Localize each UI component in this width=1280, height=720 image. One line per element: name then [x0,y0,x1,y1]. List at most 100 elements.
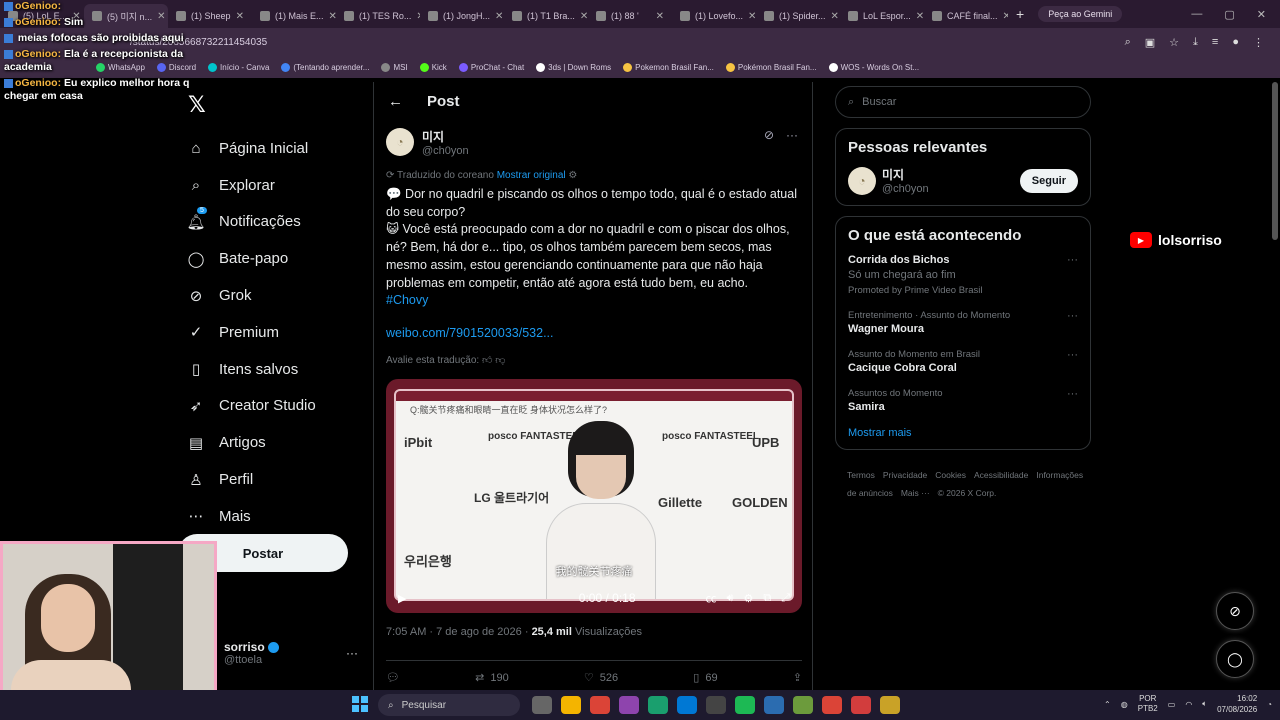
close-tab-icon[interactable]: ✕ [495,11,503,22]
account-switcher[interactable]: sorriso @ttoela ··· [224,640,364,666]
trend-item[interactable]: Entretenimento · Assunto do Momento Wagne… [848,310,1078,335]
bookmark-item[interactable]: (Tentando aprender... [281,62,369,72]
star-icon[interactable]: ☆ [1169,36,1179,49]
kebab-menu-icon[interactable]: ⋮ [1253,36,1264,49]
more-options-icon[interactable]: ··· [786,128,798,142]
show-more-link[interactable]: Mostrar mais [848,427,1078,439]
bookmark-item[interactable]: ProChat - Chat [458,62,524,72]
author-handle[interactable]: @ch0yon [422,145,469,157]
clock[interactable]: 16:02 07/08/2026 [1217,693,1257,715]
app-icon[interactable] [851,696,871,714]
browser-tab[interactable]: CAFÉ final... ✕ [924,4,1008,28]
maximize-icon[interactable]: ▢ [1224,8,1234,21]
profile-icon[interactable]: ● [1232,36,1239,49]
close-tab-icon[interactable]: ✕ [329,11,336,22]
wifi-icon[interactable]: ◠ [1185,700,1192,709]
avatar[interactable]: ◔ [386,128,414,156]
browser-tab[interactable]: (1) Spider... ✕ [756,4,840,28]
grok-icon[interactable]: ⊘ [764,128,774,142]
bookmark-item[interactable]: Início - Canva [208,62,269,72]
nav-item-premium[interactable]: ✓ Premium [178,314,368,351]
weibo-link[interactable]: weibo.com/7901520033/532... [386,326,554,340]
x-logo-icon[interactable]: 𝕏 [188,92,368,118]
menu-icon[interactable]: ≡ [1212,36,1218,49]
close-tab-icon[interactable]: ✕ [748,11,756,22]
browser-tab[interactable]: (1) JongH... ✕ [420,4,504,28]
trend-item[interactable]: Assunto do Momento em Brasil Cacique Cobr… [848,349,1078,374]
follow-button[interactable]: Seguir [1019,168,1078,193]
volume-icon[interactable]: 🔊︎ [727,592,734,605]
settings-icon[interactable]: ⚙ [743,592,753,605]
new-tab-button[interactable]: + [1008,6,1032,22]
fullscreen-icon[interactable]: ⤢ [781,592,790,605]
bookmark-item[interactable]: Pokémon Brasil Fan... [725,62,817,72]
task-view-icon[interactable] [532,696,552,714]
nav-item-explorar[interactable]: ⌕ Explorar [178,167,368,204]
footer-link[interactable]: Termos [847,470,875,480]
download-icon[interactable]: ⤓ [1193,36,1198,49]
taskbar-search[interactable]: ⌕ Pesquisar [378,694,520,716]
footer-link[interactable]: Mais ··· [901,488,930,498]
chrome-icon[interactable] [822,696,842,714]
more-options-icon[interactable]: ··· [1067,254,1078,266]
bookmark-item[interactable]: Pokemon Brasil Fan... [623,62,714,72]
repost-button[interactable]: ⇄ 190 [475,671,509,685]
minimize-icon[interactable]: — [1191,8,1202,21]
post-author[interactable]: ◔ 미지 @ch0yon [386,128,469,157]
nav-item-itens-salvos[interactable]: ▯ Itens salvos [178,351,368,388]
like-button[interactable]: ♡ 526 [584,671,618,685]
footer-link[interactable]: Privacidade [883,470,927,480]
language-indicator[interactable]: POR PTB2 [1138,694,1158,714]
nav-item-grok[interactable]: ⊘ Grok [178,277,368,314]
browser-tab[interactable]: (1) T1 Bra... ✕ [504,4,588,28]
browser-tab[interactable]: (1) 88 ' ✕ [588,4,672,28]
spotify-icon[interactable] [735,696,755,714]
mail-icon[interactable] [677,696,697,714]
chrome-icon[interactable] [590,696,610,714]
scrollbar[interactable] [1272,82,1278,240]
bookmark-item[interactable]: MSI [381,62,408,72]
file-explorer-icon[interactable] [561,696,581,714]
bookmark-item[interactable]: 3ds | Down Roms [536,62,611,72]
nav-item-creator-studio[interactable]: ➶ Creator Studio [178,388,368,425]
avatar[interactable]: ◔ [848,166,876,195]
bookmark-button[interactable]: ▯ 69 [693,671,717,685]
trend-item[interactable]: Assuntos do Momento Samira ··· [848,388,1078,413]
settings-icon[interactable]: ⚙ [568,170,577,181]
chevron-up-icon[interactable]: ⌃ [1104,700,1111,709]
bookmark-item[interactable]: Kick [419,62,447,72]
close-tab-icon[interactable]: ✕ [831,11,839,22]
author-name[interactable]: 미지 [422,128,469,145]
more-options-icon[interactable]: ··· [1067,310,1078,322]
show-original-link[interactable]: Mostrar original [497,170,566,181]
more-options-icon[interactable]: ··· [1067,388,1078,400]
back-arrow-icon[interactable]: ← [388,93,403,110]
relevant-person[interactable]: ◔ 미지 @ch0yon Seguir [848,166,1078,195]
tray-app-icon[interactable]: ◍ [1121,700,1128,709]
close-tab-icon[interactable]: ✕ [236,11,244,22]
obs-icon[interactable] [706,696,726,714]
thumbs-down-icon[interactable]: 👎︎ [495,355,505,366]
bookmark-item[interactable]: WOS - Words On St... [828,62,919,72]
messages-fab-button[interactable]: ◯ [1216,640,1254,678]
post-timestamp[interactable]: 7:05 AM · 7 de ago de 2026 [386,626,522,638]
pip-icon[interactable]: ⧉ [763,592,771,605]
extension-icon[interactable]: ▣ [1145,36,1155,49]
nav-item-artigos[interactable]: ▤ Artigos [178,424,368,461]
league-icon[interactable] [880,696,900,714]
browser-tab[interactable]: (1) TES Ro...✕ [336,4,420,28]
zoom-icon[interactable]: ⌕ [1125,36,1131,49]
display-icon[interactable]: ▭ [1168,700,1176,709]
notifications-icon[interactable]: ◔ [1267,700,1272,709]
more-options-icon[interactable]: ··· [346,646,358,660]
thumbs-up-icon[interactable]: 👍︎ [482,355,492,366]
video-player[interactable]: Q:髋关节疼痛和眼睛一直在眨 身体状况怎么样了? iPbit posco FAN… [386,379,802,613]
close-tab-icon[interactable]: ✕ [916,11,924,22]
edge-icon[interactable] [648,696,668,714]
app-icon[interactable] [764,696,784,714]
nav-item-página-inicial[interactable]: ⌂ Página Inicial [178,130,368,167]
footer-link[interactable]: Acessibilidade [974,470,1028,480]
share-button[interactable]: ⇪ [793,671,802,684]
windows-start-icon[interactable] [352,696,368,712]
person-name[interactable]: 미지 [882,166,929,183]
